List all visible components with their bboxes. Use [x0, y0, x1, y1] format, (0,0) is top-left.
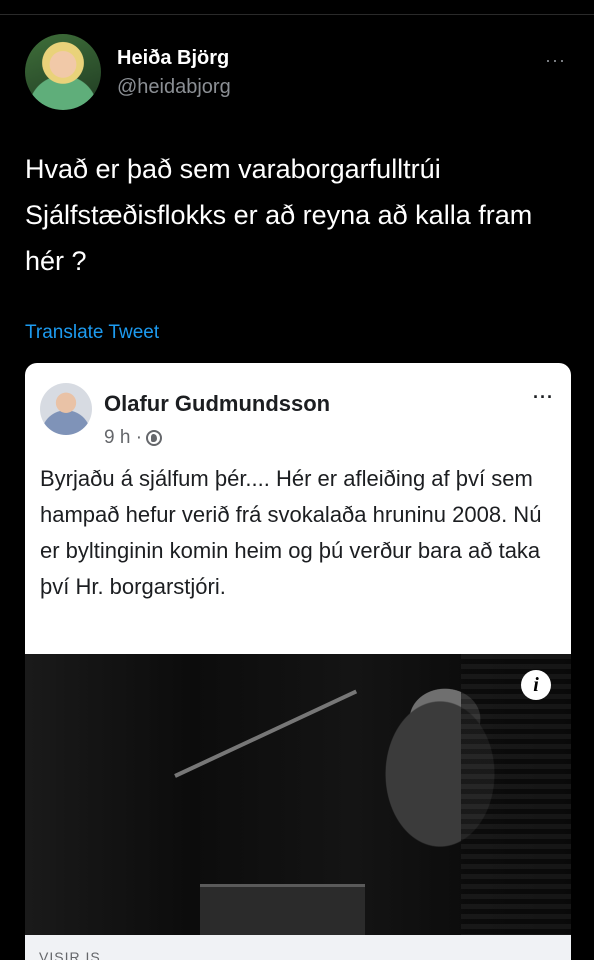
microphone-stand: [174, 689, 358, 778]
post-text: Byrjaðu á sjálfum þér.... Hér er afleiði…: [40, 466, 542, 599]
post-more-button[interactable]: ···: [533, 387, 554, 408]
avatar[interactable]: [25, 34, 101, 110]
info-icon[interactable]: i: [521, 670, 551, 700]
tweet-text: Hvað er það sem varaborgarfulltrúi Sjálf…: [25, 154, 533, 276]
photo-background: [461, 654, 571, 935]
link-domain: VISIR.IS: [39, 949, 101, 960]
more-options-button[interactable]: ···: [545, 50, 566, 71]
author-handle[interactable]: @heidabjorg: [117, 76, 231, 99]
author-name[interactable]: Heiða Björg: [117, 47, 229, 70]
globe-icon: [146, 430, 163, 446]
post-avatar[interactable]: [40, 383, 92, 435]
embedded-post-card[interactable]: Olafur Gudmundsson 9 h · ··· Byrjaðu á s…: [25, 363, 571, 960]
link-preview-bar[interactable]: VISIR.IS: [25, 935, 571, 960]
post-author-name[interactable]: Olafur Gudmundsson: [104, 391, 330, 417]
post-time[interactable]: 9 h ·: [104, 427, 142, 449]
podium: [200, 884, 365, 938]
top-divider: [0, 14, 594, 15]
post-photo[interactable]: i: [25, 654, 571, 938]
post-meta: 9 h ·: [104, 427, 163, 449]
translate-tweet-link[interactable]: Translate Tweet: [25, 322, 159, 344]
